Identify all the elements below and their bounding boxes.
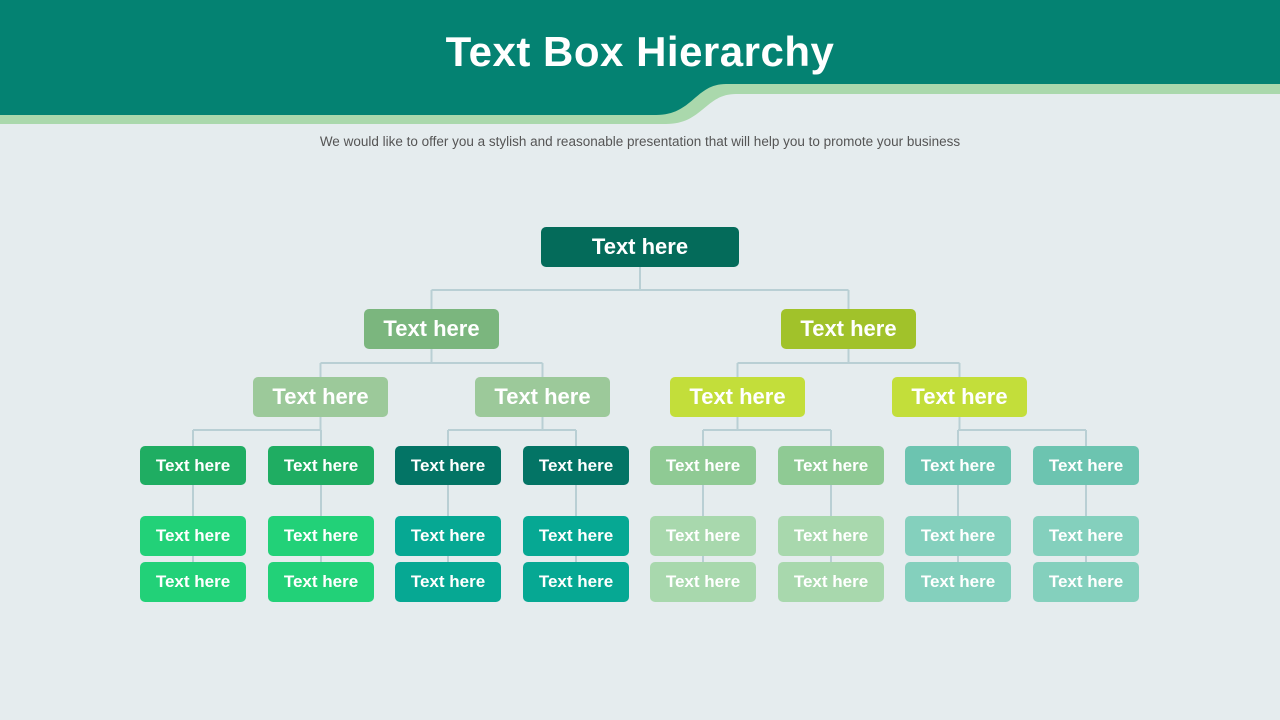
level5-box[interactable]: Text here	[778, 562, 884, 602]
level3-box[interactable]: Text here	[395, 446, 501, 485]
page-subtitle: We would like to offer you a stylish and…	[319, 134, 961, 149]
level4-box[interactable]: Text here	[523, 516, 629, 556]
level5-box[interactable]: Text here	[268, 562, 374, 602]
root-box[interactable]: Text here	[541, 227, 739, 267]
level4-box[interactable]: Text here	[778, 516, 884, 556]
page-title: Text Box Hierarchy	[445, 28, 835, 75]
level3-box[interactable]: Text here	[778, 446, 884, 485]
level5-box[interactable]: Text here	[650, 562, 756, 602]
level5-box[interactable]: Text here	[395, 562, 501, 602]
level2-box[interactable]: Text here	[670, 377, 805, 417]
level5-box[interactable]: Text here	[1033, 562, 1139, 602]
level2-box[interactable]: Text here	[253, 377, 388, 417]
level4-box[interactable]: Text here	[395, 516, 501, 556]
level4-box[interactable]: Text here	[650, 516, 756, 556]
level2-box[interactable]: Text here	[892, 377, 1027, 417]
level3-box[interactable]: Text here	[140, 446, 246, 485]
level5-box[interactable]: Text here	[140, 562, 246, 602]
level1-box[interactable]: Text here	[781, 309, 916, 349]
level1-box[interactable]: Text here	[364, 309, 499, 349]
level3-box[interactable]: Text here	[905, 446, 1011, 485]
level3-box[interactable]: Text here	[523, 446, 629, 485]
level4-box[interactable]: Text here	[268, 516, 374, 556]
level4-box[interactable]: Text here	[140, 516, 246, 556]
level5-box[interactable]: Text here	[523, 562, 629, 602]
level4-box[interactable]: Text here	[1033, 516, 1139, 556]
level3-box[interactable]: Text here	[268, 446, 374, 485]
level3-box[interactable]: Text here	[650, 446, 756, 485]
level5-box[interactable]: Text here	[905, 562, 1011, 602]
level4-box[interactable]: Text here	[905, 516, 1011, 556]
level3-box[interactable]: Text here	[1033, 446, 1139, 485]
level2-box[interactable]: Text here	[475, 377, 610, 417]
